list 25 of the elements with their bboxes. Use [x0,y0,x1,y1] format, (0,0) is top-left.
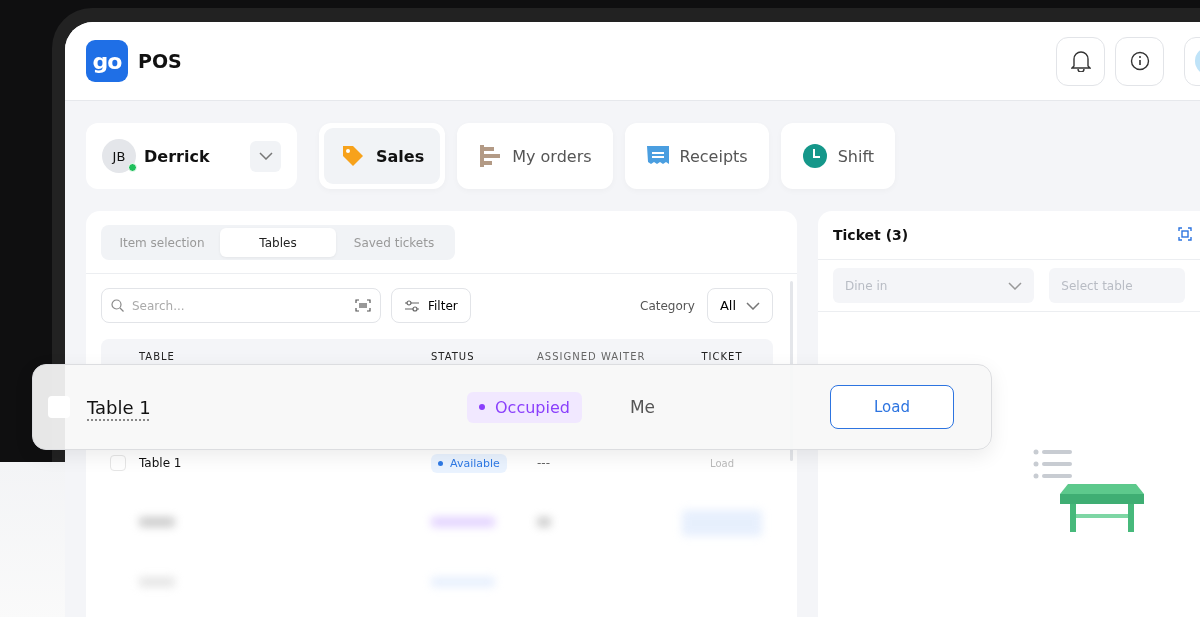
nav-tab[interactable]: Shift [780,123,895,189]
table-cell-text: --- [537,456,551,470]
column-header: TABLE [139,350,176,362]
user-avatar: JB [102,139,136,173]
search-field[interactable]: Search... [101,288,381,323]
user-name: Derrick [144,146,211,166]
category-label: Category [640,298,695,313]
nav-tab[interactable]: Sales [319,123,446,189]
column-header: TICKET [700,350,744,362]
app-logo: go [86,40,128,82]
table-cell-text: Table 1 [139,456,183,470]
column-header: STATUS [431,350,476,362]
table-name: Table 1 [87,396,151,418]
load-button[interactable]: Load [829,385,954,429]
column-header: ASSIGNED WAITER [537,350,647,362]
app-title: POS [138,50,183,72]
ticket-title: Ticket (3) [833,227,909,243]
nav-tab[interactable]: Receipts [624,123,769,189]
status-badge: Available [431,453,507,473]
filter-button[interactable]: Filter [391,288,471,323]
view-tab[interactable]: Tables [220,228,336,257]
status-badge: Occupied [467,391,582,423]
waiter-name: Me [629,397,657,417]
nav-tab[interactable]: My orders [457,123,613,189]
category-select[interactable]: All [706,288,773,323]
